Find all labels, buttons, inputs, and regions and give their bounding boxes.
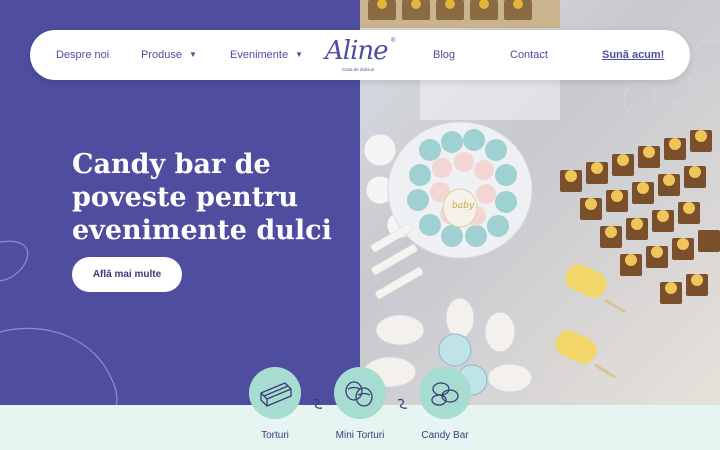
call-now-link[interactable]: Sună acum!: [602, 30, 664, 80]
hero-title-line: evenimente dulci: [72, 215, 332, 246]
category-label[interactable]: Torturi: [235, 430, 315, 441]
category-torturi[interactable]: [249, 367, 301, 419]
logo-registered-mark: ®: [391, 38, 396, 44]
swirl-connector: [312, 398, 323, 409]
nav-contact[interactable]: Contact: [510, 30, 548, 80]
learn-more-button[interactable]: Află mai multe: [72, 257, 182, 292]
candy-icon: [431, 382, 459, 406]
nav-label: Evenimente: [230, 49, 289, 61]
logo-name: Aline: [325, 36, 389, 66]
hero-title: Candy bar de poveste pentru evenimente d…: [72, 148, 342, 247]
cookie-text: baby: [452, 201, 475, 211]
caret-down-icon: ▼: [188, 50, 197, 59]
nav-produse[interactable]: Produse ▼: [141, 30, 197, 80]
nav-label: Contact: [510, 49, 548, 61]
nav-blog[interactable]: Blog: [433, 30, 455, 80]
decorative-lines: [0, 240, 118, 405]
logo-tagline: Casa de dulciuri: [342, 67, 375, 72]
nav-label: Despre noi: [56, 49, 110, 61]
hero-title-line: Candy bar de: [72, 149, 271, 180]
main-navbar: Despre noi Produse ▼ Evenimente ▼ Aline ® …: [30, 30, 690, 80]
nav-label: Produse: [141, 49, 182, 61]
category-mini-torturi[interactable]: [334, 367, 386, 419]
category-candy-bar[interactable]: [419, 367, 471, 419]
cake-icon: [260, 382, 292, 407]
nav-label: Blog: [433, 49, 456, 61]
swirl-connector: [397, 398, 408, 409]
nav-evenimente[interactable]: Evenimente ▼: [230, 30, 303, 80]
nav-despre-noi[interactable]: Despre noi: [56, 30, 109, 80]
caret-down-icon: ▼: [295, 50, 304, 59]
brand-logo[interactable]: Aline ® Casa de dulciuri: [325, 36, 401, 76]
category-label[interactable]: Mini Torturi: [320, 430, 400, 441]
hero-title-line: poveste pentru: [72, 182, 299, 213]
mini-cake-icon: [345, 381, 373, 407]
category-label[interactable]: Candy Bar: [405, 430, 485, 441]
